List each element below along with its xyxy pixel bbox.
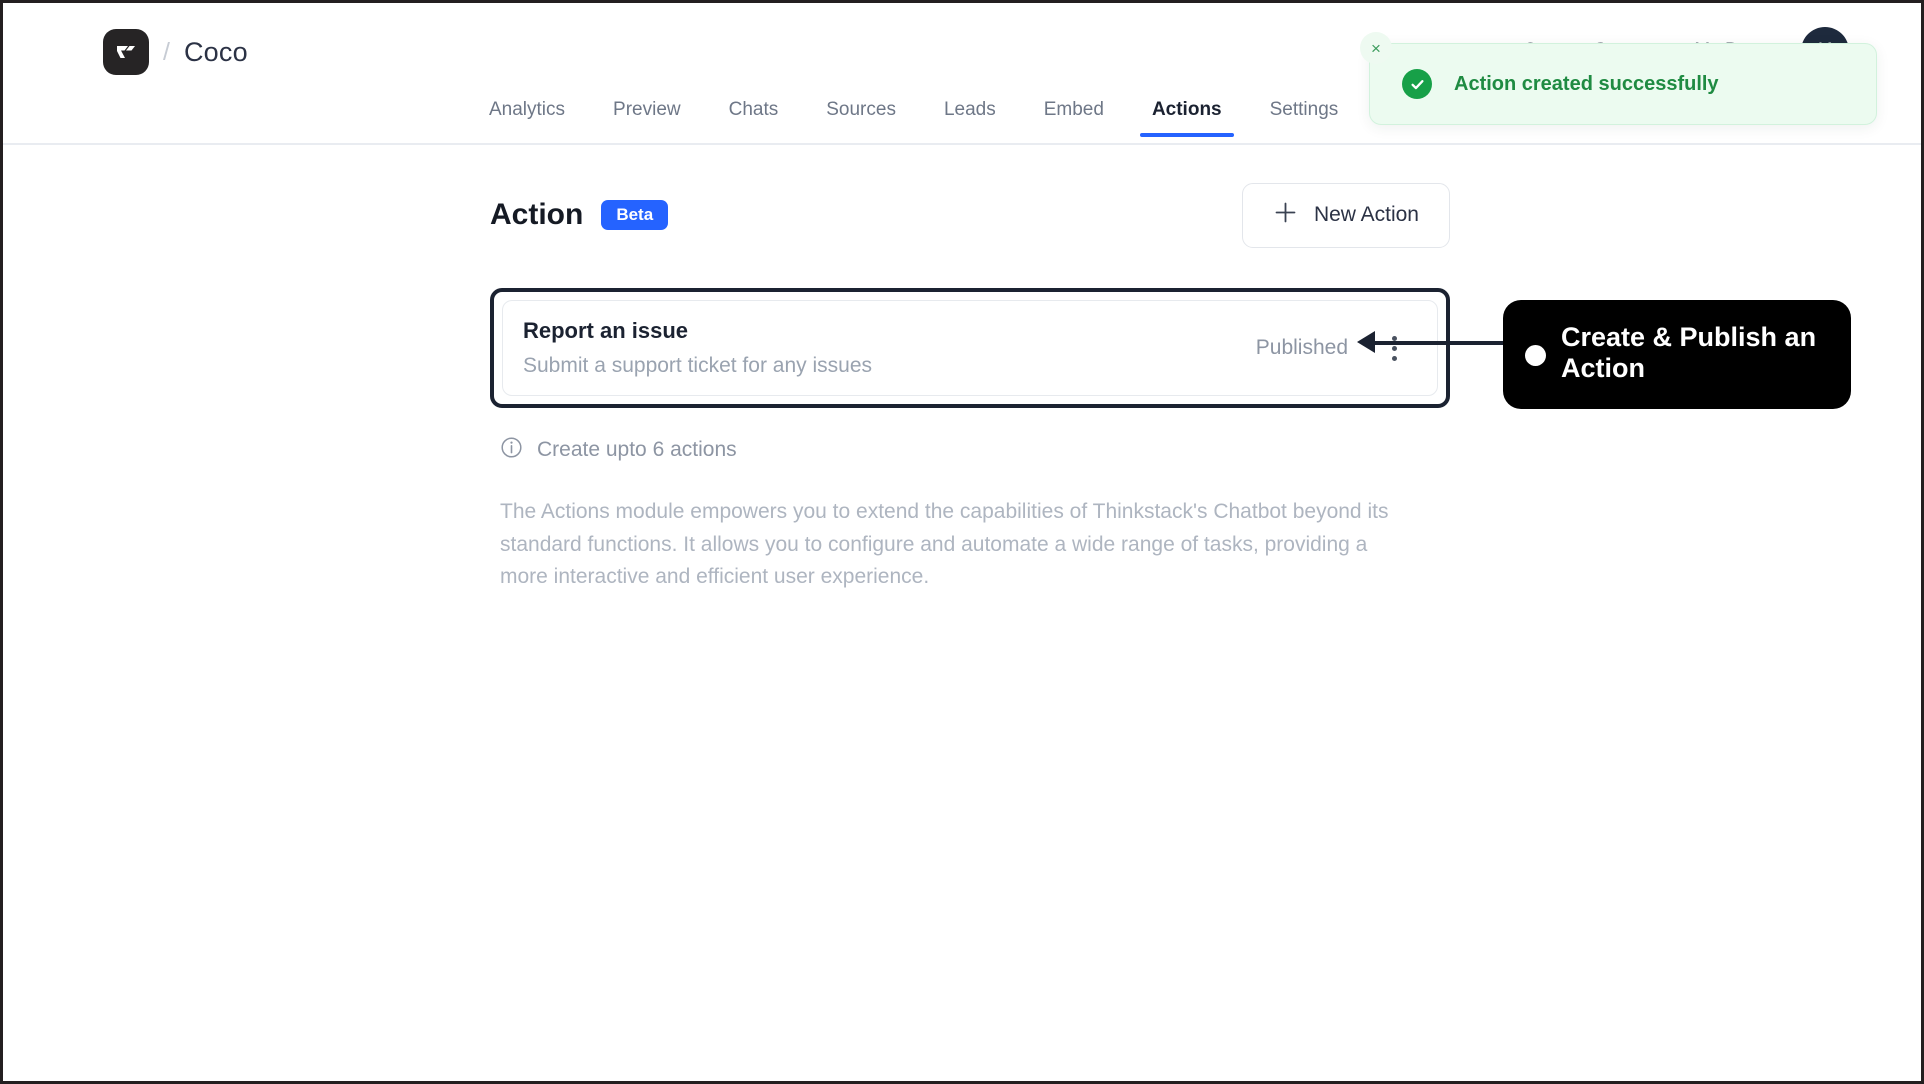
check-circle-icon	[1402, 69, 1432, 99]
annotation-text: Create & Publish an Action	[1561, 322, 1817, 384]
page-title: Action	[490, 198, 584, 231]
annotation-arrow-icon	[1355, 325, 1393, 364]
breadcrumb: / Coco	[103, 29, 248, 75]
info-circle-icon	[500, 436, 523, 464]
tab-settings[interactable]: Settings	[1246, 99, 1363, 135]
app-window: / Coco Contact Support My Bots K Analyti…	[0, 0, 1924, 1084]
action-card-info: Report an issue Submit a support ticket …	[523, 318, 872, 378]
main-content: Action Beta New Action Report an issue S…	[3, 145, 1921, 1081]
breadcrumb-separator: /	[163, 37, 170, 66]
tab-chats[interactable]: Chats	[705, 99, 803, 135]
new-action-label: New Action	[1313, 203, 1419, 226]
tab-leads[interactable]: Leads	[920, 99, 1020, 135]
success-toast: × Action created successfully	[1360, 32, 1877, 125]
tab-analytics[interactable]: Analytics	[465, 99, 589, 135]
status-badge: Beta	[601, 200, 669, 230]
annotation-connector-line	[1375, 341, 1509, 345]
close-icon[interactable]: ×	[1360, 32, 1392, 64]
actions-page: Action Beta New Action Report an issue S…	[490, 182, 1450, 594]
action-list-item[interactable]: Report an issue Submit a support ticket …	[502, 300, 1438, 396]
new-action-button[interactable]: New Action	[1241, 182, 1450, 248]
page-header: Action Beta New Action	[490, 182, 1450, 248]
annotation-callout: Create & Publish an Action	[1503, 300, 1851, 409]
tab-sources[interactable]: Sources	[802, 99, 920, 135]
nav-tab-list: Analytics Preview Chats Sources Leads Em…	[465, 99, 1510, 137]
breadcrumb-bot-name[interactable]: Coco	[184, 37, 248, 68]
actions-limit-note: Create upto 6 actions	[490, 436, 1450, 464]
tab-embed[interactable]: Embed	[1020, 99, 1128, 135]
plus-icon	[1273, 200, 1298, 231]
toast-message: Action created successfully	[1454, 72, 1719, 95]
thinkstack-logo-icon[interactable]	[103, 29, 149, 75]
action-title: Report an issue	[523, 318, 689, 343]
module-description: The Actions module empowers you to exten…	[500, 500, 1389, 589]
tab-actions[interactable]: Actions	[1128, 99, 1246, 137]
annotation-dot-icon	[1525, 345, 1546, 366]
actions-limit-text: Create upto 6 actions	[537, 438, 737, 461]
action-subtitle: Submit a support ticket for any issues	[523, 354, 872, 377]
annotation-highlight-box: Report an issue Submit a support ticket …	[490, 288, 1450, 408]
action-status: Published	[1255, 336, 1348, 359]
page-title-group: Action Beta	[490, 198, 669, 232]
tab-preview[interactable]: Preview	[589, 99, 705, 135]
